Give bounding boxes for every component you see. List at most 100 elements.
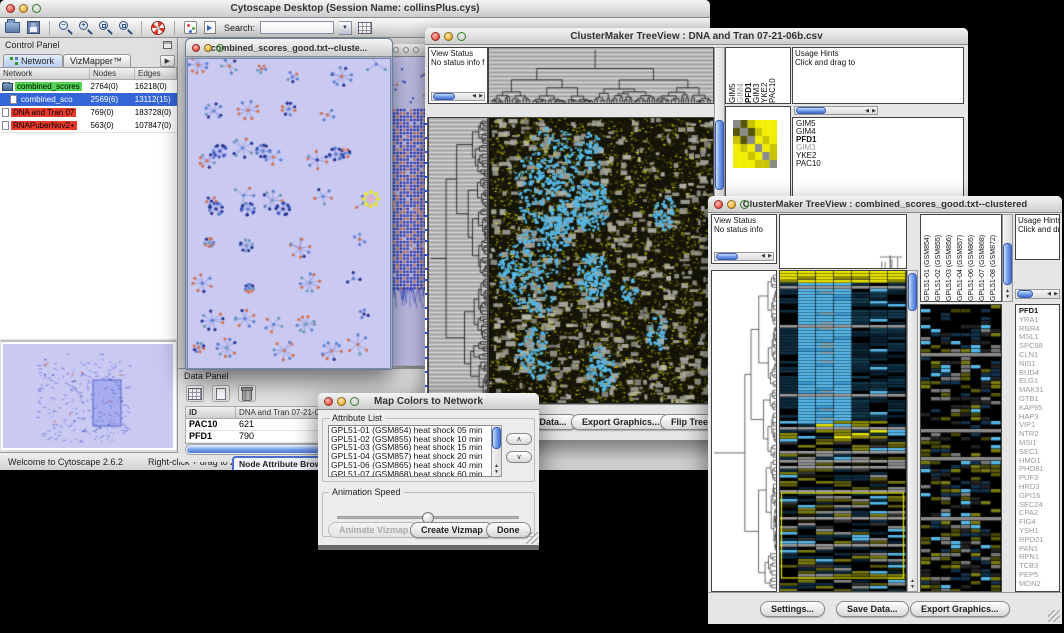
close-icon[interactable] xyxy=(393,47,399,53)
column-labels-vscrollbar[interactable]: ▲ ▼ xyxy=(1002,214,1013,302)
gene-label[interactable]: SPC98 xyxy=(1019,342,1059,351)
scroll-left-icon[interactable]: ◀ xyxy=(472,93,476,100)
scroll-down-icon[interactable]: ▼ xyxy=(492,469,501,475)
network-overview-canvas[interactable] xyxy=(3,344,173,448)
maximize-icon[interactable] xyxy=(740,200,749,209)
zoom-fit-button[interactable] xyxy=(98,20,113,35)
column-label[interactable]: GIM4 xyxy=(737,48,745,103)
gene-label[interactable]: PAC10 xyxy=(796,160,963,168)
global-heatmap-panel[interactable] xyxy=(488,117,714,404)
scrollbar-thumb[interactable] xyxy=(1003,243,1012,285)
export-graphics-button[interactable]: Export Graphics... xyxy=(571,414,671,430)
network-window-titlebar[interactable]: combined_scores_good.txt--cluste... xyxy=(186,39,392,57)
gene-label[interactable]: PUF3 xyxy=(1019,474,1059,483)
column-label[interactable]: PAC10 xyxy=(769,48,777,103)
treeview1-titlebar[interactable]: ClusterMaker TreeView : DNA and Tran 07-… xyxy=(425,28,968,45)
column-label[interactable]: GPL51-08 (GSM872) xyxy=(990,215,1001,301)
network-table-row[interactable]: RNAPuberNov2+563(0)107847(0) xyxy=(0,119,177,132)
gene-label[interactable]: MAK31 xyxy=(1019,386,1059,395)
export-graphics-button[interactable]: Export Graphics... xyxy=(910,601,1010,617)
column-header-nodes[interactable]: Nodes xyxy=(90,68,135,79)
gene-label[interactable]: FIG4 xyxy=(1019,518,1059,527)
close-icon[interactable] xyxy=(6,4,15,13)
tab-vizmapper[interactable]: VizMapper™ xyxy=(63,54,131,67)
gene-label[interactable]: TCB3 xyxy=(1019,562,1059,571)
gene-label[interactable]: YRA1 xyxy=(1019,316,1059,325)
gene-label[interactable]: RNR4 xyxy=(1019,325,1059,334)
column-dendrogram-panel[interactable] xyxy=(488,47,714,104)
gene-label[interactable]: HAP3 xyxy=(1019,413,1059,422)
animation-speed-slider[interactable] xyxy=(337,516,519,519)
column-dendrogram-panel[interactable] xyxy=(779,214,907,269)
scrollbar-thumb[interactable] xyxy=(796,107,826,114)
scroll-down-icon[interactable]: ▼ xyxy=(1003,294,1012,300)
row-dendrogram-panel[interactable] xyxy=(428,117,488,404)
gene-label[interactable]: CLN1 xyxy=(1019,351,1059,360)
gene-label[interactable]: NIS1 xyxy=(1019,360,1059,369)
move-down-button[interactable]: ∨ xyxy=(506,451,532,463)
scroll-right-icon[interactable]: ▶ xyxy=(1054,290,1058,298)
minimize-icon[interactable] xyxy=(444,32,453,41)
gene-label[interactable]: YKE2 xyxy=(796,152,963,160)
tab-overflow-button[interactable]: ▶ xyxy=(160,55,175,67)
save-button[interactable] xyxy=(26,19,41,36)
scroll-left-icon[interactable]: ◀ xyxy=(761,253,765,260)
gene-label[interactable]: GTB1 xyxy=(1019,395,1059,404)
network-view-window[interactable]: combined_scores_good.txt--cluste... xyxy=(185,38,393,370)
column-label[interactable]: GPL51-02 (GSM855) xyxy=(935,215,946,301)
close-icon[interactable] xyxy=(192,44,200,52)
close-icon[interactable] xyxy=(324,397,333,406)
global-heatmap-panel[interactable] xyxy=(779,270,907,592)
zoom-selected-button[interactable] xyxy=(118,20,133,35)
gene-label[interactable]: KAP95 xyxy=(1019,404,1059,413)
search-dropdown-arrow[interactable]: ▼ xyxy=(339,21,352,35)
column-header-edges[interactable]: Edges xyxy=(135,68,177,79)
network-table-row[interactable]: DNA and Tran 07769(0)183728(0) xyxy=(0,106,177,119)
column-label[interactable]: GIM3 xyxy=(753,48,761,103)
gene-label[interactable]: GIM4 xyxy=(796,128,963,136)
view-status-hscrollbar[interactable]: ◀ ▶ xyxy=(714,252,774,261)
gene-label[interactable]: RPN1 xyxy=(1019,553,1059,562)
scrollbar-thumb[interactable] xyxy=(1017,290,1033,298)
tab-network[interactable]: Network xyxy=(3,54,63,67)
column-header-id[interactable]: ID xyxy=(186,407,236,418)
gene-label[interactable]: VIP1 xyxy=(1019,421,1059,430)
gene-label[interactable]: HRD3 xyxy=(1019,483,1059,492)
minimize-icon[interactable] xyxy=(19,4,28,13)
gene-label[interactable]: SEC1 xyxy=(1019,448,1059,457)
gene-list-hscrollbar[interactable]: ◀ ▶ xyxy=(1015,289,1060,299)
resize-grip[interactable] xyxy=(1048,610,1060,622)
gene-label[interactable]: MSI1 xyxy=(1019,439,1059,448)
network-table-row[interactable]: combined_sco2569(6)13112(15) xyxy=(0,93,177,106)
gene-label[interactable]: HMG1 xyxy=(1019,457,1059,466)
maximize-icon[interactable] xyxy=(413,47,419,53)
save-data-button[interactable]: Save Data... xyxy=(836,601,909,617)
scroll-down-icon[interactable]: ▼ xyxy=(908,584,917,590)
gene-label[interactable]: GIM5 xyxy=(796,120,963,128)
zoom-heatmap-panel[interactable] xyxy=(920,304,1002,592)
column-header-network[interactable]: Network xyxy=(0,68,90,79)
scrollbar-thumb[interactable] xyxy=(492,427,501,449)
attribute-list-item[interactable]: GPL51-07 (GSM868) heat shock 60 min xyxy=(329,470,501,477)
scrollbar-thumb[interactable] xyxy=(715,120,724,190)
select-attributes-button[interactable] xyxy=(186,385,204,402)
gene-label[interactable]: MSL1 xyxy=(1019,333,1059,342)
help-button[interactable] xyxy=(150,19,166,36)
gene-list-hscrollbar[interactable]: ◀ ▶ xyxy=(794,106,878,115)
gene-label[interactable]: GPI16 xyxy=(1019,492,1059,501)
view-status-hscrollbar[interactable]: ◀ ▶ xyxy=(431,92,485,101)
column-label[interactable]: PFD1 xyxy=(745,48,753,103)
attribute-list-vscrollbar[interactable]: ▲ ▼ xyxy=(491,425,502,477)
gene-label[interactable]: PFD1 xyxy=(1019,307,1059,316)
minimize-icon[interactable] xyxy=(337,397,346,406)
row-dendrogram-panel[interactable] xyxy=(711,270,777,592)
scroll-right-icon[interactable]: ▶ xyxy=(479,93,483,100)
column-label[interactable]: YKE2 xyxy=(761,48,769,103)
column-label[interactable]: GPL51-03 (GSM856) xyxy=(946,215,957,301)
gene-label[interactable]: NTR2 xyxy=(1019,430,1059,439)
gene-label[interactable]: CPA2 xyxy=(1019,509,1059,518)
gene-label[interactable]: BUD4 xyxy=(1019,369,1059,378)
main-titlebar[interactable]: Cytoscape Desktop (Session Name: collins… xyxy=(0,0,710,18)
scroll-left-icon[interactable]: ◀ xyxy=(865,107,869,114)
scroll-right-icon[interactable]: ▶ xyxy=(768,253,772,260)
